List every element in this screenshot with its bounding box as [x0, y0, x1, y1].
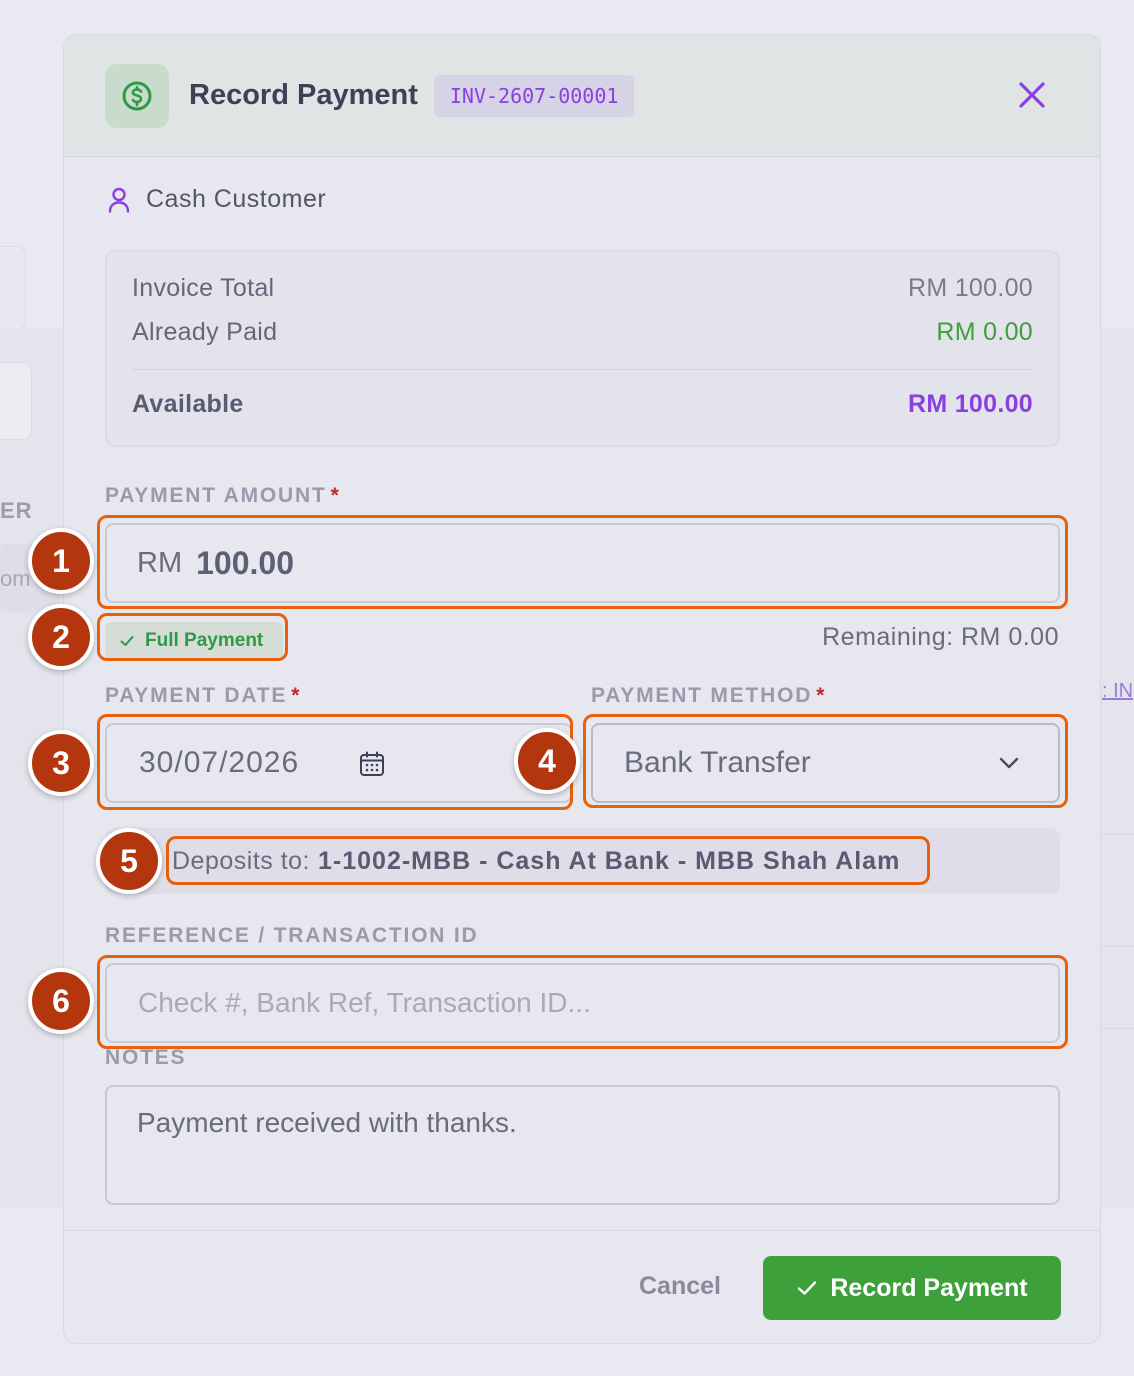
background-input — [0, 362, 32, 440]
annotation-marker-6: 6 — [28, 968, 94, 1034]
available-label: Available — [132, 390, 244, 418]
record-payment-label: Record Payment — [830, 1273, 1028, 1302]
highlight-payment-amount — [97, 515, 1068, 609]
annotation-marker-4: 4 — [514, 728, 580, 794]
background-divider — [1100, 834, 1134, 835]
highlight-deposit-account — [166, 836, 930, 885]
highlight-payment-date — [97, 714, 573, 810]
required-marker: * — [330, 484, 341, 507]
footer-divider — [64, 1230, 1100, 1231]
notes-textarea[interactable]: Payment received with thanks. — [105, 1085, 1060, 1205]
highlight-reference — [97, 955, 1068, 1049]
modal-header: Record Payment INV-2607-00001 — [64, 35, 1100, 157]
invoice-total-row: Invoice Total RM 100.00 — [132, 274, 1033, 303]
background-text-fragment: om — [0, 566, 31, 591]
close-icon[interactable] — [1016, 79, 1048, 111]
invoice-total-value: RM 100.00 — [908, 274, 1033, 302]
customer-row: Cash Customer — [108, 185, 326, 214]
payment-date-label: PAYMENT DATE * — [105, 684, 301, 708]
required-marker: * — [816, 684, 827, 707]
reference-label: REFERENCE / TRANSACTION ID — [105, 924, 479, 947]
customer-name: Cash Customer — [146, 185, 327, 213]
check-icon — [798, 1281, 817, 1295]
highlight-full-payment — [97, 613, 288, 661]
background-header-fragment: ER — [0, 498, 33, 523]
required-marker: * — [291, 684, 302, 707]
modal-title: Record Payment — [189, 79, 418, 111]
invoice-id-badge: INV-2607-00001 — [433, 74, 635, 117]
user-icon — [108, 187, 130, 213]
payment-amount-label-text: PAYMENT AMOUNT — [105, 484, 327, 507]
background-link-fragment[interactable]: : IN — [1102, 680, 1133, 703]
record-payment-button[interactable]: Record Payment — [763, 1256, 1061, 1320]
annotation-marker-1: 1 — [28, 528, 94, 594]
summary-divider — [132, 369, 1033, 370]
background-divider — [1100, 946, 1134, 947]
payment-method-label: PAYMENT METHOD * — [591, 684, 826, 708]
already-paid-value: RM 0.00 — [936, 318, 1033, 346]
available-row: Available RM 100.00 — [132, 390, 1033, 419]
invoice-summary: Invoice Total RM 100.00 Already Paid RM … — [105, 250, 1060, 447]
payment-method-label-text: PAYMENT METHOD — [591, 684, 813, 707]
annotation-marker-2: 2 — [28, 604, 94, 670]
highlight-payment-method — [583, 714, 1068, 808]
payment-amount-label: PAYMENT AMOUNT * — [105, 484, 341, 508]
background-divider — [1100, 1028, 1134, 1029]
invoice-total-label: Invoice Total — [132, 274, 275, 302]
available-value: RM 100.00 — [908, 390, 1033, 418]
remaining-amount: Remaining: RM 0.00 — [822, 623, 1059, 651]
annotation-marker-5: 5 — [96, 828, 162, 894]
already-paid-row: Already Paid RM 0.00 — [132, 318, 1033, 347]
dollar-circle-icon — [122, 81, 152, 110]
payment-date-label-text: PAYMENT DATE — [105, 684, 288, 707]
payment-icon-wrap — [105, 63, 169, 128]
background-card — [0, 246, 26, 330]
cancel-button[interactable]: Cancel — [639, 1272, 721, 1301]
already-paid-label: Already Paid — [132, 318, 278, 346]
notes-label: NOTES — [105, 1046, 187, 1069]
annotation-marker-3: 3 — [28, 730, 94, 796]
record-payment-modal: Record Payment INV-2607-00001 Cash Custo… — [63, 34, 1101, 1344]
